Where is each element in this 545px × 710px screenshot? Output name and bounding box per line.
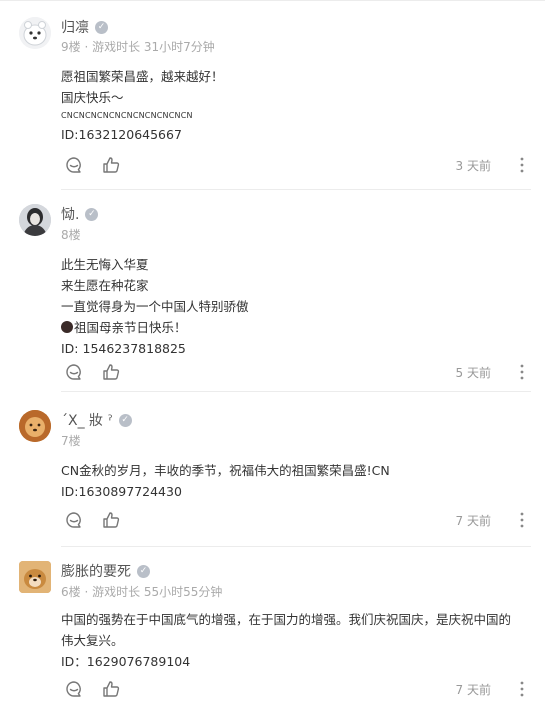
thumbs-up-icon[interactable] [101,510,121,530]
floor-meta: 9楼 · 游戏时长 31小时7分钟 [61,40,215,54]
comment-line: 来生愿在种花家 [61,278,149,293]
comment-bubble-icon[interactable] [64,362,84,382]
more-vertical-icon[interactable] [513,510,531,530]
comment-id: ID：1629076789104 [61,654,191,669]
comment-id: ID: 1546237818825 [61,341,186,356]
verified-badge-icon: ✓ [137,564,150,578]
more-vertical-icon[interactable] [513,362,531,382]
floor-meta: 6楼 · 游戏时长 55小时55分钟 [61,585,223,599]
timestamp: 7 天前 [455,514,491,528]
username[interactable]: 膨胀的要死 [61,561,131,581]
avatar[interactable] [19,17,51,49]
comment-item: 膨胀的要死 ✓ 6楼 · 游戏时长 55小时55分钟 中国的强势在于中国底气的增… [0,547,545,710]
timestamp: 3 天前 [455,159,491,173]
thumbs-up-icon[interactable] [101,155,121,175]
action-bar: 5 天前 [61,362,531,382]
avatar[interactable] [19,561,51,593]
comment-item: 归凛 ✓ 9楼 · 游戏时长 31小时7分钟 愿祖国繁荣昌盛，越来越好！ 国庆快… [0,0,545,190]
comment-id: ID:1632120645667 [61,127,182,142]
comment-bubble-icon[interactable] [64,679,84,699]
username[interactable]: 恸. [61,204,79,224]
avatar[interactable] [19,410,51,442]
thumbs-up-icon[interactable] [101,679,121,699]
comment-item: 恸. ✓ 8楼 此生无悔入华夏 来生愿在种花家 一直觉得身为一个中国人特别骄傲 … [0,190,545,392]
comment-line: 伟大复兴。 [61,633,124,648]
verified-badge-icon: ✓ [85,207,99,221]
more-vertical-icon[interactable] [513,679,531,699]
avatar[interactable] [19,204,51,236]
floor-meta: 8楼 [61,228,81,242]
comment-line-text: 祖国母亲节日快乐！ [74,320,187,335]
comment-body: 中国的强势在于中国底气的增强，在于国力的增强。我们庆祝国庆，是庆祝中国的 伟大复… [61,609,521,672]
more-vertical-icon[interactable] [513,155,531,175]
comment-id: ID:1630897724430 [61,484,182,499]
comment-body: 愿祖国繁荣昌盛，越来越好！ 国庆快乐～ CNCNCNCNCNCNCNCNCNCN… [61,66,521,145]
action-bar: 3 天前 [61,155,531,175]
verified-badge-icon: ✓ [118,413,132,427]
timestamp: 5 天前 [455,366,491,380]
comment-line: 此生无悔入华夏 [61,257,149,272]
username-row: ˊX_ 妝 ˀ ✓ [61,410,132,430]
floor-meta: 7楼 [61,434,81,448]
comment-line: CN金秋的岁月，丰收的季节，祝福伟大的祖国繁荣昌盛!CN [61,463,390,478]
thumbs-up-icon[interactable] [101,362,121,382]
username[interactable]: 归凛 [61,17,89,37]
timestamp: 7 天前 [455,683,491,697]
verified-badge-icon: ✓ [95,20,108,34]
action-bar: 7 天前 [61,679,531,699]
comment-line: 中国的强势在于中国底气的增强，在于国力的增强。我们庆祝国庆，是庆祝中国的 [61,612,512,627]
comment-bubble-icon[interactable] [64,510,84,530]
comment-body: CN金秋的岁月，丰收的季节，祝福伟大的祖国繁荣昌盛!CN ID:16308977… [61,460,521,502]
username-row: 膨胀的要死 ✓ [61,561,150,581]
comment-line-small: CNCNCNCNCNCNCNCNCNCNCN [61,111,193,120]
username[interactable]: ˊX_ 妝 ˀ [61,410,113,430]
face-emoji-icon [61,321,73,333]
comment-line: 国庆快乐～ [61,90,124,105]
comment-line: 愿祖国繁荣昌盛，越来越好！ [61,69,224,84]
comment-line: 一直觉得身为一个中国人特别骄傲 [61,299,249,314]
comment-line-emoji: 祖国母亲节日快乐！ [61,317,521,338]
username-row: 恸. ✓ [61,204,99,224]
comment-body: 此生无悔入华夏 来生愿在种花家 一直觉得身为一个中国人特别骄傲 祖国母亲节日快乐… [61,254,521,359]
comment-bubble-icon[interactable] [64,155,84,175]
username-row: 归凛 ✓ [61,17,108,37]
action-bar: 7 天前 [61,510,531,530]
comment-item: ˊX_ 妝 ˀ ✓ 7楼 CN金秋的岁月，丰收的季节，祝福伟大的祖国繁荣昌盛!C… [0,392,545,547]
